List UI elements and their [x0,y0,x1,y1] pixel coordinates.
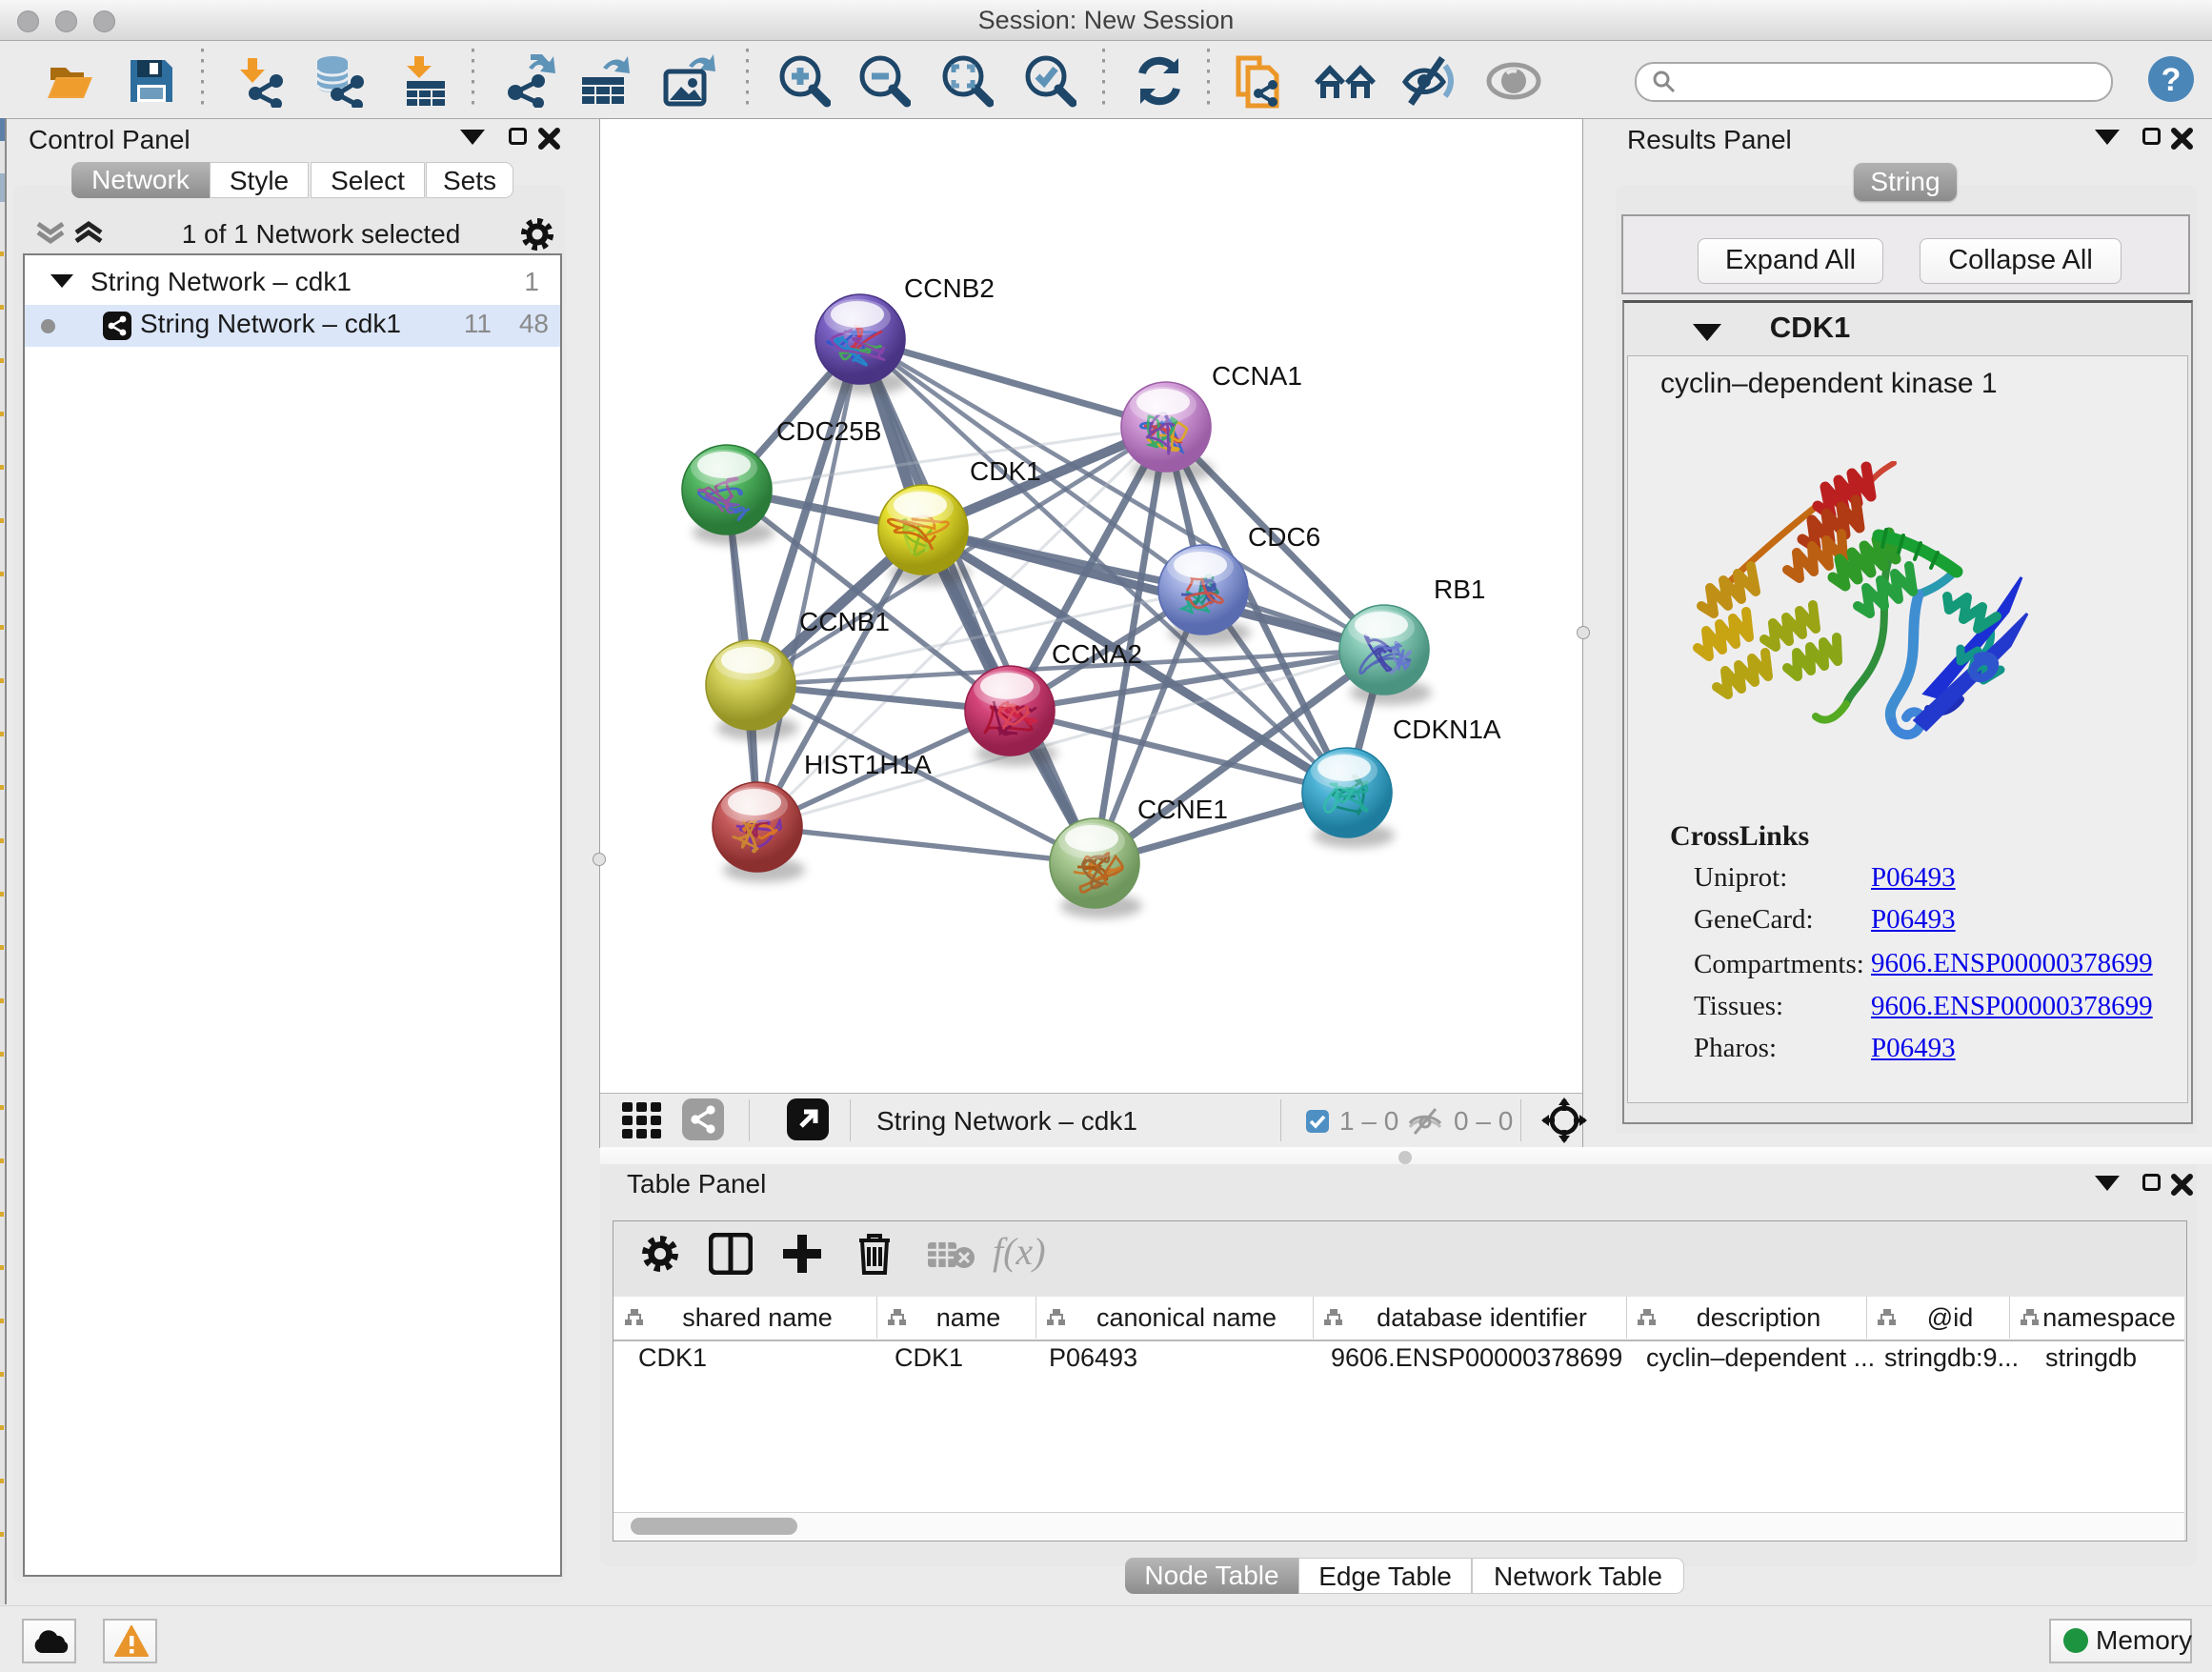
svg-text:RB1: RB1 [1434,574,1485,604]
svg-text:CDC25B: CDC25B [776,416,881,446]
svg-text:CCNB2: CCNB2 [904,273,995,303]
svg-text:CCNA2: CCNA2 [1052,639,1142,669]
svg-text:CDKN1A: CDKN1A [1393,715,1501,744]
svg-text:CCNA1: CCNA1 [1212,361,1302,391]
svg-text:CDC6: CDC6 [1248,522,1320,552]
svg-text:CCNE1: CCNE1 [1137,795,1228,824]
svg-text:?: ? [2162,62,2182,98]
svg-text:CCNB1: CCNB1 [799,607,890,636]
svg-text:HIST1H1A: HIST1H1A [804,750,932,779]
svg-text:CDK1: CDK1 [970,456,1041,486]
